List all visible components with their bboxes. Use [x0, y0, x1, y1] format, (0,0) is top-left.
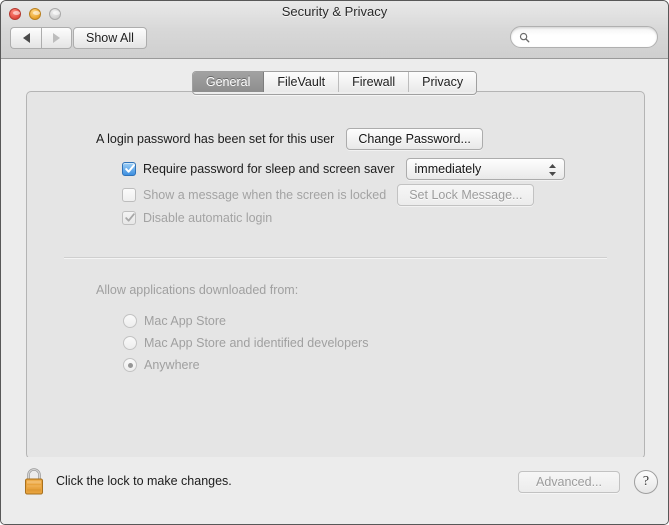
- search-input[interactable]: [534, 30, 652, 44]
- checkmark-icon: [125, 164, 135, 173]
- checkmark-icon: [125, 213, 135, 222]
- window-title: Security & Privacy: [281, 4, 388, 19]
- login-password-status: A login password has been set for this u…: [96, 132, 335, 146]
- radio-row-identified-developers[interactable]: Mac App Store and identified developers: [123, 336, 368, 350]
- stepper-arrows-icon: [548, 164, 556, 176]
- search-icon: [519, 32, 530, 42]
- radio-row-mac-app-store[interactable]: Mac App Store: [123, 314, 226, 328]
- require-password-row: Require password for sleep and screen sa…: [122, 158, 565, 180]
- disable-automatic-login-label: Disable automatic login: [143, 211, 273, 225]
- sleep-delay-popup[interactable]: immediately: [405, 158, 565, 180]
- radio-label-identified-developers: Mac App Store and identified developers: [144, 336, 369, 350]
- help-button[interactable]: ?: [634, 470, 658, 494]
- radio-label-anywhere: Anywhere: [144, 358, 200, 372]
- chevron-right-icon: [53, 33, 60, 43]
- tab-privacy[interactable]: Privacy: [409, 72, 477, 92]
- general-tab-panel: A login password has been set for this u…: [26, 91, 645, 459]
- radio-mac-app-store[interactable]: [123, 314, 137, 328]
- lock-hint-text: Click the lock to make changes.: [56, 474, 232, 488]
- download-section-label: Allow applications downloaded from:: [96, 283, 299, 297]
- window-titlebar: Security & Privacy Show All: [1, 1, 668, 59]
- radio-row-anywhere[interactable]: Anywhere: [123, 358, 200, 372]
- tab-bar: General FileVault Firewall Privacy: [1, 71, 668, 95]
- tab-filevault[interactable]: FileVault: [264, 72, 340, 92]
- forward-button[interactable]: [41, 27, 72, 49]
- radio-anywhere[interactable]: [123, 358, 137, 372]
- require-password-label: Require password for sleep and screen sa…: [143, 162, 395, 176]
- show-lock-message-label: Show a message when the screen is locked: [143, 188, 387, 202]
- security-privacy-window: Security & Privacy Show All General File…: [0, 0, 669, 525]
- section-divider: [64, 257, 607, 259]
- chevron-left-icon: [22, 33, 30, 43]
- advanced-button[interactable]: Advanced...: [518, 471, 620, 493]
- lock-message-row: Show a message when the screen is locked…: [122, 184, 535, 206]
- back-button[interactable]: [10, 27, 41, 49]
- tab-general[interactable]: General: [192, 72, 265, 92]
- require-password-checkbox[interactable]: [122, 162, 136, 176]
- set-lock-message-button[interactable]: Set Lock Message...: [397, 184, 535, 206]
- disable-automatic-login-row: Disable automatic login: [122, 211, 272, 225]
- login-password-row: A login password has been set for this u…: [96, 128, 616, 150]
- navigation-segmented-control: [10, 27, 72, 49]
- search-field[interactable]: [510, 26, 658, 48]
- radio-identified-developers[interactable]: [123, 336, 137, 350]
- tab-firewall[interactable]: Firewall: [339, 72, 410, 92]
- show-lock-message-checkbox[interactable]: [122, 188, 136, 202]
- sleep-delay-value: immediately: [414, 162, 482, 176]
- lock-closed-icon[interactable]: [21, 465, 47, 497]
- footer-bar: Click the lock to make changes. Advanced…: [1, 457, 668, 524]
- show-all-button[interactable]: Show All: [73, 27, 147, 49]
- radio-label-mac-app-store: Mac App Store: [144, 314, 226, 328]
- change-password-button[interactable]: Change Password...: [346, 128, 483, 150]
- disable-automatic-login-checkbox[interactable]: [122, 211, 136, 225]
